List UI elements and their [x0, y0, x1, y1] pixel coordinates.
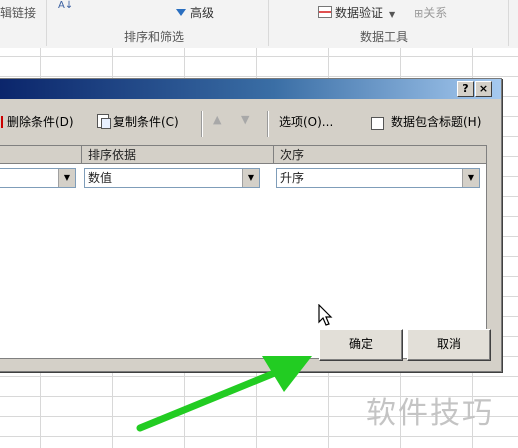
annotation-arrow-icon [136, 356, 312, 432]
watermark-text: 软件技巧 [366, 396, 494, 431]
